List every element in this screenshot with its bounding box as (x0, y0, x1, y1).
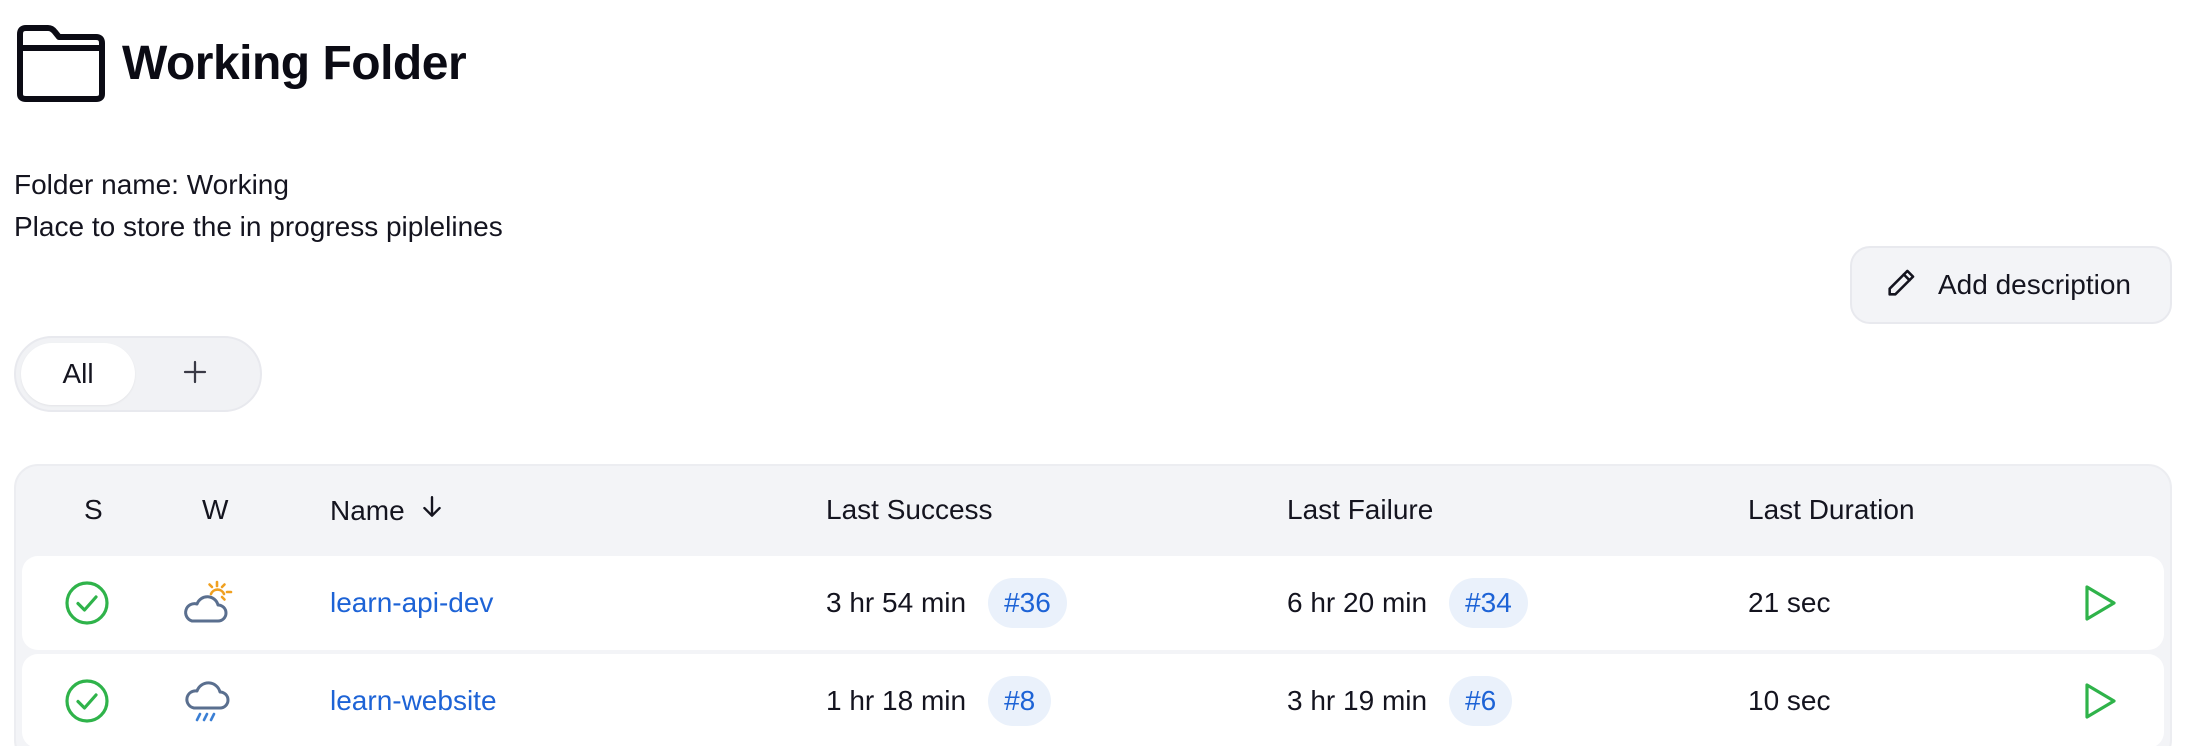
last-success-cell: 1 hr 18 min #8 (826, 654, 1052, 746)
view-tabs: All (14, 336, 262, 412)
build-now-button[interactable] (2082, 654, 2118, 746)
project-link[interactable]: learn-website (330, 654, 497, 746)
folder-icon (14, 24, 108, 102)
tab-all[interactable]: All (21, 343, 135, 405)
folder-description: Folder name: Working Place to store the … (14, 164, 503, 248)
last-success-time: 3 hr 54 min (826, 587, 967, 618)
last-success-time: 1 hr 18 min (826, 685, 967, 716)
plus-icon (180, 357, 210, 392)
project-link[interactable]: learn-api-dev (330, 556, 493, 650)
build-link[interactable]: #6 (1449, 676, 1513, 726)
page-title: Working Folder (122, 36, 467, 90)
column-weather[interactable]: W (202, 494, 228, 526)
add-description-label: Add description (1938, 269, 2132, 300)
column-last-failure[interactable]: Last Failure (1287, 494, 1433, 526)
column-last-success[interactable]: Last Success (826, 494, 993, 526)
partly-cloudy-icon (182, 556, 234, 650)
pencil-icon (1884, 266, 1918, 305)
column-name-label: Name (330, 494, 405, 526)
success-check-icon (64, 654, 110, 746)
play-icon (2082, 583, 2118, 623)
folder-purpose-text: Place to store the in progress pipleline… (14, 211, 503, 242)
rain-cloud-icon (182, 654, 234, 746)
last-failure-cell: 3 hr 19 min #6 (1287, 654, 1513, 746)
build-link[interactable]: #34 (1449, 578, 1528, 628)
column-last-duration[interactable]: Last Duration (1748, 494, 1915, 526)
last-failure-cell: 6 hr 20 min #34 (1287, 556, 1528, 650)
table-header: S W Name Last Success Last Failure Last … (16, 466, 2170, 554)
add-view-button[interactable] (135, 343, 255, 405)
folder-name-text: Folder name: Working (14, 169, 289, 200)
last-success-cell: 3 hr 54 min #36 (826, 556, 1067, 650)
build-link[interactable]: #36 (988, 578, 1067, 628)
add-description-button[interactable]: Add description (1850, 246, 2172, 324)
page: Working Folder Folder name: Working Plac… (0, 0, 2190, 746)
last-duration: 21 sec (1748, 587, 1831, 618)
last-failure-time: 3 hr 19 min (1287, 685, 1428, 716)
success-check-icon (64, 556, 110, 650)
build-now-button[interactable] (2082, 556, 2118, 650)
column-status[interactable]: S (84, 494, 103, 526)
page-header: Working Folder (14, 24, 467, 102)
column-name[interactable]: Name (330, 494, 445, 527)
table-row: learn-api-dev 3 hr 54 min #36 6 hr 20 mi… (22, 556, 2164, 650)
play-icon (2082, 681, 2118, 721)
last-failure-time: 6 hr 20 min (1287, 587, 1428, 618)
build-link[interactable]: #8 (988, 676, 1052, 726)
projects-table: S W Name Last Success Last Failure Last … (14, 464, 2172, 746)
table-row: learn-website 1 hr 18 min #8 3 hr 19 min… (22, 654, 2164, 746)
last-duration: 10 sec (1748, 685, 1831, 716)
arrow-down-icon (405, 494, 445, 527)
